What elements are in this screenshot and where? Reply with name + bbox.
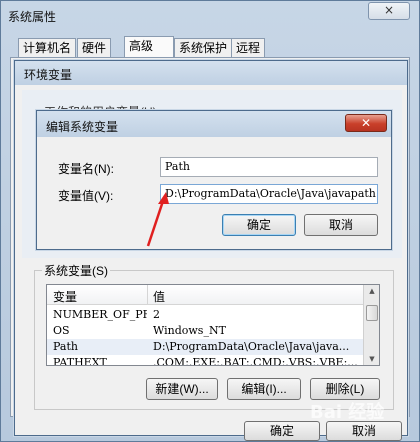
tab-hardware[interactable]: 硬件 xyxy=(77,38,112,58)
table-row[interactable]: OS Windows_NT xyxy=(47,323,363,339)
variable-name-label: 变量名(N): xyxy=(58,162,114,176)
new-button[interactable]: 新建(W)... xyxy=(146,378,218,400)
cancel-button[interactable]: 取消 xyxy=(326,421,402,441)
close-button[interactable]: × xyxy=(368,2,410,20)
row-variable-value: 2 xyxy=(153,308,160,321)
scroll-thumb[interactable] xyxy=(366,305,378,321)
column-header-variable[interactable]: 变量 xyxy=(53,288,77,305)
system-vars-list[interactable]: 变量 值 NUMBER_OF_PR... 2 OS Windows_NT Pat… xyxy=(46,284,380,366)
tab-advanced[interactable]: 高级 xyxy=(124,36,174,58)
scroll-up-arrow-icon[interactable]: ▲ xyxy=(364,287,379,295)
variable-name-field[interactable]: Path xyxy=(160,157,378,177)
env-window-title: 环境变量 xyxy=(24,68,73,82)
scroll-down-arrow-icon[interactable]: ▼ xyxy=(364,355,379,363)
dialog-cancel-button[interactable]: 取消 xyxy=(304,214,378,236)
edit-button[interactable]: 编辑(I)... xyxy=(227,378,301,400)
row-variable-name: NUMBER_OF_PR... xyxy=(53,308,147,321)
variable-value-field[interactable]: D:\ProgramData\Oracle\Java\javapath xyxy=(160,184,378,204)
column-divider xyxy=(147,285,148,305)
system-vars-label: 系统变量(S) xyxy=(42,262,110,279)
edit-dialog-title: 编辑系统变量 xyxy=(46,120,119,134)
row-variable-name: PATHEXT xyxy=(53,356,107,366)
env-title-bar xyxy=(15,61,407,85)
row-variable-name: Path xyxy=(53,340,78,353)
dialog-ok-button[interactable]: 确定 xyxy=(222,214,296,236)
table-row[interactable]: NUMBER_OF_PR... 2 xyxy=(47,307,363,323)
table-row[interactable]: Path D:\ProgramData\Oracle\Java\java... xyxy=(47,339,363,355)
tab-computer-name[interactable]: 计算机名 xyxy=(18,38,77,58)
row-variable-value: D:\ProgramData\Oracle\Java\java... xyxy=(153,340,350,353)
table-row[interactable]: PATHEXT .COM;.EXE;.BAT;.CMD;.VBS;.VBE;..… xyxy=(47,355,363,366)
variable-value-label: 变量值(V): xyxy=(58,189,114,203)
close-icon: ✕ xyxy=(360,116,372,130)
tab-system-protection[interactable]: 系统保护 xyxy=(174,38,233,58)
tab-remote[interactable]: 远程 xyxy=(231,38,266,58)
ok-button[interactable]: 确定 xyxy=(244,421,320,441)
row-variable-value: .COM;.EXE;.BAT;.CMD;.VBS;.VBE;... xyxy=(153,356,358,366)
dialog-close-button[interactable]: ✕ xyxy=(345,114,387,132)
window-title: 系统属性 xyxy=(8,10,57,24)
delete-button[interactable]: 删除(L) xyxy=(310,378,380,400)
list-header: 变量 值 xyxy=(47,285,363,305)
close-icon: × xyxy=(383,3,395,17)
row-variable-name: OS xyxy=(53,324,70,337)
row-variable-value: Windows_NT xyxy=(153,324,226,337)
vertical-scrollbar[interactable]: ▲ ▼ xyxy=(363,285,379,365)
watermark-logo: Bai 经验 xyxy=(310,402,385,423)
annotation-arrow-icon xyxy=(146,192,169,247)
column-header-value[interactable]: 值 xyxy=(153,288,165,305)
